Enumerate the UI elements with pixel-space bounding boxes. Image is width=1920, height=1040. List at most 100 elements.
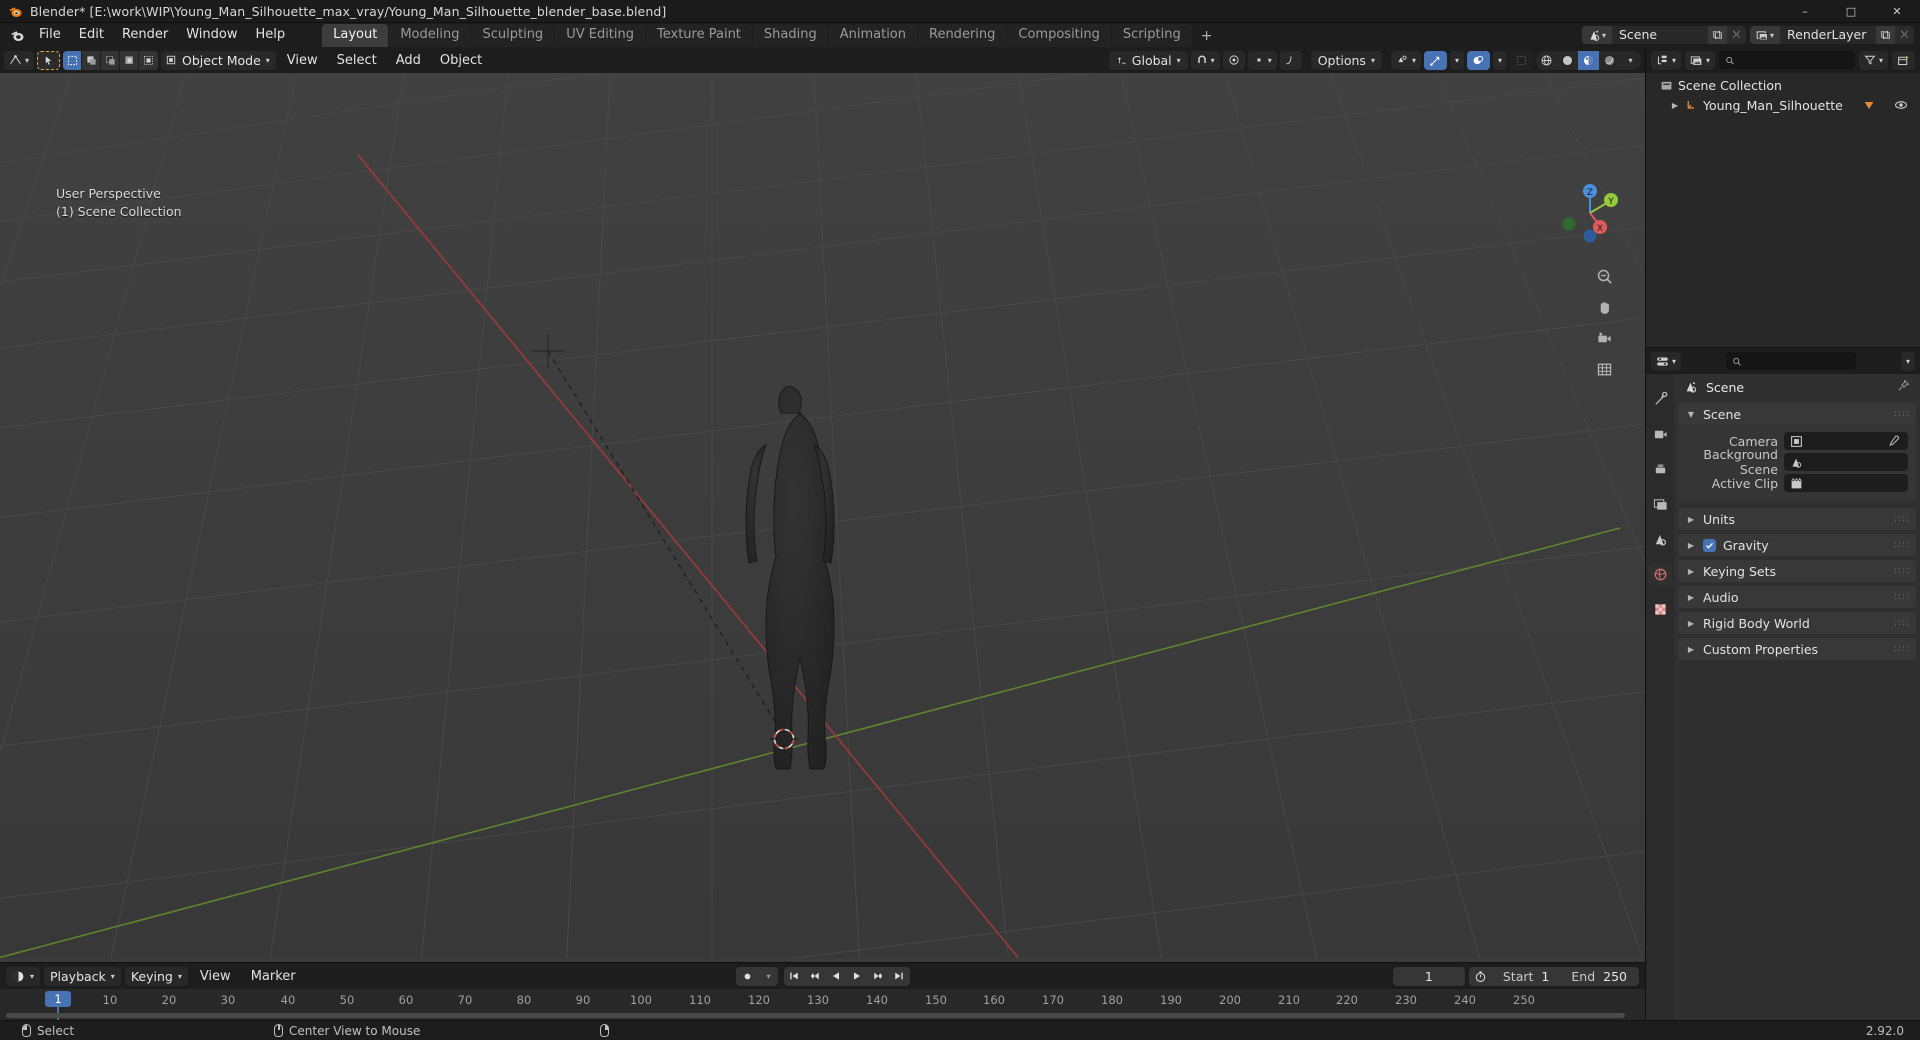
jump-to-prev-keyframe-icon[interactable]	[805, 967, 826, 986]
overlays-icon[interactable]	[1466, 50, 1490, 70]
shading-material-preview-icon[interactable]	[1578, 50, 1599, 70]
playhead[interactable]: 1	[45, 991, 71, 1007]
minimize-button[interactable]: –	[1782, 0, 1828, 23]
editor-type-3d-viewport-icon[interactable]: ▾	[4, 50, 35, 70]
workspace-tab-sculpting[interactable]: Sculpting	[471, 24, 555, 47]
outliner-row-scene-collection[interactable]: Scene Collection	[1646, 75, 1920, 95]
transform-orientation-dropdown[interactable]: Global ▾	[1108, 50, 1188, 70]
viewport-3d[interactable]: User Perspective (1) Scene Collection Z …	[0, 73, 1645, 962]
workspace-tab-animation[interactable]: Animation	[828, 24, 917, 47]
expand-triangle-icon[interactable]: ▶	[1670, 101, 1680, 110]
toggle-ortho-icon[interactable]	[1593, 358, 1615, 380]
add-workspace-button[interactable]: +	[1193, 25, 1221, 47]
panel-header-units[interactable]: ▶ Units ::::	[1678, 508, 1916, 530]
close-button[interactable]: ✕	[1874, 0, 1920, 23]
properties-tab-view-layer[interactable]	[1648, 493, 1672, 515]
properties-options-dropdown[interactable]: ▾	[1900, 351, 1915, 371]
panel-header-gravity[interactable]: ▶ Gravity ::::	[1678, 534, 1916, 556]
field-value-active-clip[interactable]	[1784, 474, 1908, 492]
jump-to-start-icon[interactable]	[784, 967, 805, 986]
new-scene-button[interactable]: ⧉	[1708, 26, 1727, 44]
view-layer-name[interactable]: RenderLayer	[1780, 26, 1876, 44]
visibility-eye-icon[interactable]: ▾	[1390, 50, 1421, 70]
viewport-menu-select[interactable]: Select	[329, 51, 385, 70]
menu-edit[interactable]: Edit	[70, 25, 113, 46]
panel-header-rigid-body-world[interactable]: ▶ Rigid Body World ::::	[1678, 612, 1916, 634]
viewport-menu-add[interactable]: Add	[388, 51, 429, 70]
outliner-display-mode-icon[interactable]: ▾	[1651, 50, 1682, 70]
xray-toggle-icon[interactable]	[1510, 50, 1533, 70]
menu-file[interactable]: File	[30, 25, 70, 46]
object-mode-dropdown[interactable]: Object Mode ▾	[161, 50, 276, 70]
workspace-tab-layout[interactable]: Layout	[322, 24, 389, 47]
panel-header-audio[interactable]: ▶ Audio ::::	[1678, 586, 1916, 608]
expand-triangle-icon[interactable]: ▶	[1686, 541, 1696, 550]
workspace-tab-rendering[interactable]: Rendering	[918, 24, 1007, 47]
unlink-scene-button[interactable]: ✕	[1727, 26, 1746, 44]
select-invert-icon[interactable]	[120, 50, 140, 70]
outliner-search-field[interactable]	[1739, 53, 1849, 67]
auto-keying-options-dropdown[interactable]: ▾	[759, 966, 778, 986]
workspace-tab-uv-editing[interactable]: UV Editing	[555, 24, 646, 47]
panel-header-custom-properties[interactable]: ▶ Custom Properties ::::	[1678, 638, 1916, 660]
zoom-icon[interactable]	[1593, 265, 1615, 287]
filter-funnel-icon[interactable]: ▾	[1858, 50, 1888, 70]
properties-tab-scene[interactable]	[1648, 528, 1672, 550]
workspace-tab-texture-paint[interactable]: Texture Paint	[646, 24, 752, 47]
expand-triangle-icon[interactable]: ▶	[1686, 593, 1696, 602]
proportional-falloff-icon[interactable]: ▾	[1247, 50, 1277, 70]
menu-render[interactable]: Render	[113, 25, 177, 46]
expand-triangle-icon[interactable]: ▶	[1686, 645, 1696, 654]
collapse-triangle-icon[interactable]: ▼	[1686, 410, 1696, 419]
gizmo-options-dropdown[interactable]: ▾	[1449, 50, 1464, 70]
timeline-menu-keying[interactable]: Keying ▾	[124, 966, 188, 986]
workspace-tab-modeling[interactable]: Modeling	[389, 24, 471, 47]
properties-tab-render[interactable]	[1648, 423, 1672, 445]
workspace-tab-compositing[interactable]: Compositing	[1007, 24, 1111, 47]
new-view-layer-button[interactable]: ⧉	[1876, 26, 1895, 44]
end-frame-value[interactable]: 250	[1595, 969, 1639, 984]
timeline-horizontal-scrollbar[interactable]	[6, 1013, 1625, 1018]
expand-triangle-icon[interactable]: ▶	[1686, 515, 1696, 524]
shading-solid-icon[interactable]	[1557, 51, 1578, 70]
gizmo-icon[interactable]	[1423, 50, 1447, 70]
snap-magnet-icon[interactable]: ▾	[1190, 50, 1220, 70]
gravity-checkbox[interactable]	[1703, 538, 1716, 552]
field-value-camera[interactable]	[1784, 432, 1908, 450]
auto-keying-record-icon[interactable]	[735, 966, 760, 986]
cursor-tool-icon[interactable]	[37, 50, 61, 70]
properties-editor-icon[interactable]: ▾	[1651, 351, 1682, 371]
properties-search-field[interactable]	[1746, 354, 1850, 368]
viewport-menu-view[interactable]: View	[279, 51, 326, 70]
shading-wireframe-icon[interactable]	[1536, 51, 1557, 70]
viewport-menu-object[interactable]: Object	[432, 51, 490, 70]
timeline-editor-icon[interactable]: ▾	[6, 966, 41, 986]
proportional-edit-icon[interactable]	[1222, 50, 1245, 70]
scene-name[interactable]: Scene	[1612, 26, 1708, 44]
viewport-options-dropdown[interactable]: Options ▾	[1310, 50, 1382, 70]
expand-triangle-icon[interactable]: ▶	[1686, 619, 1696, 628]
menu-window[interactable]: Window	[177, 25, 246, 46]
properties-tab-world[interactable]	[1648, 563, 1672, 585]
timeline-menu-view[interactable]: View	[192, 967, 239, 986]
jump-to-next-keyframe-icon[interactable]	[868, 967, 889, 986]
current-frame-field[interactable]: 1	[1392, 966, 1465, 986]
eyedropper-icon[interactable]	[1884, 435, 1902, 448]
shading-rendered-icon[interactable]	[1599, 51, 1620, 70]
pin-icon[interactable]	[1897, 379, 1910, 395]
play-icon[interactable]	[847, 967, 868, 986]
outliner-search-input[interactable]	[1719, 51, 1855, 69]
panel-header-keying-sets[interactable]: ▶ Keying Sets ::::	[1678, 560, 1916, 582]
snap-curve-icon[interactable]	[1279, 50, 1302, 70]
workspace-tab-scripting[interactable]: Scripting	[1111, 24, 1192, 47]
id-type-filter-icon[interactable]: ▾	[1685, 50, 1716, 70]
field-value-background-scene[interactable]	[1784, 453, 1908, 471]
expand-triangle-icon[interactable]: ▶	[1686, 567, 1696, 576]
navigation-gizmo[interactable]: Z Y X	[1555, 178, 1625, 248]
pan-hand-icon[interactable]	[1593, 296, 1615, 318]
workspace-tab-shading[interactable]: Shading	[752, 24, 828, 47]
remove-view-layer-button[interactable]: ✕	[1895, 26, 1914, 44]
properties-tab-output[interactable]	[1648, 458, 1672, 480]
properties-tab-tool[interactable]	[1648, 388, 1672, 410]
properties-search-input[interactable]	[1726, 352, 1856, 370]
